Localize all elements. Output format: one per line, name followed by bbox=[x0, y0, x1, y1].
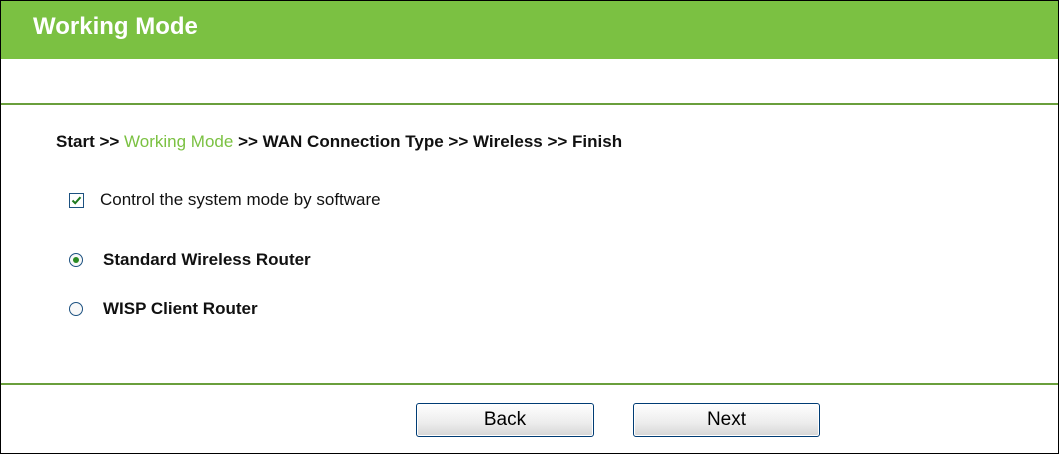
wisp-router-radio[interactable] bbox=[69, 302, 83, 316]
wisp-router-row[interactable]: WISP Client Router bbox=[69, 299, 258, 319]
wizard-panel: Working Mode Start >> Working Mode >> WA… bbox=[0, 0, 1059, 454]
top-divider bbox=[1, 103, 1058, 105]
page-title: Working Mode bbox=[33, 13, 198, 40]
breadcrumb: Start >> Working Mode >> WAN Connection … bbox=[56, 132, 622, 152]
standard-router-label: Standard Wireless Router bbox=[103, 250, 311, 269]
breadcrumb-start: Start >> bbox=[56, 132, 120, 151]
next-button[interactable]: Next bbox=[633, 403, 820, 437]
wisp-router-label: WISP Client Router bbox=[103, 299, 258, 318]
software-control-row[interactable]: Control the system mode by software bbox=[69, 190, 381, 210]
standard-router-radio[interactable] bbox=[69, 253, 83, 267]
software-control-label: Control the system mode by software bbox=[100, 190, 381, 209]
breadcrumb-current: Working Mode bbox=[124, 132, 234, 151]
breadcrumb-rest: >> WAN Connection Type >> Wireless >> Fi… bbox=[238, 132, 623, 151]
bottom-divider bbox=[1, 383, 1058, 385]
check-icon bbox=[71, 196, 82, 205]
back-button[interactable]: Back bbox=[416, 403, 594, 437]
radio-selected-dot bbox=[73, 257, 79, 263]
header-bar: Working Mode bbox=[1, 1, 1058, 59]
software-control-checkbox[interactable] bbox=[69, 192, 84, 208]
standard-router-row[interactable]: Standard Wireless Router bbox=[69, 250, 311, 270]
